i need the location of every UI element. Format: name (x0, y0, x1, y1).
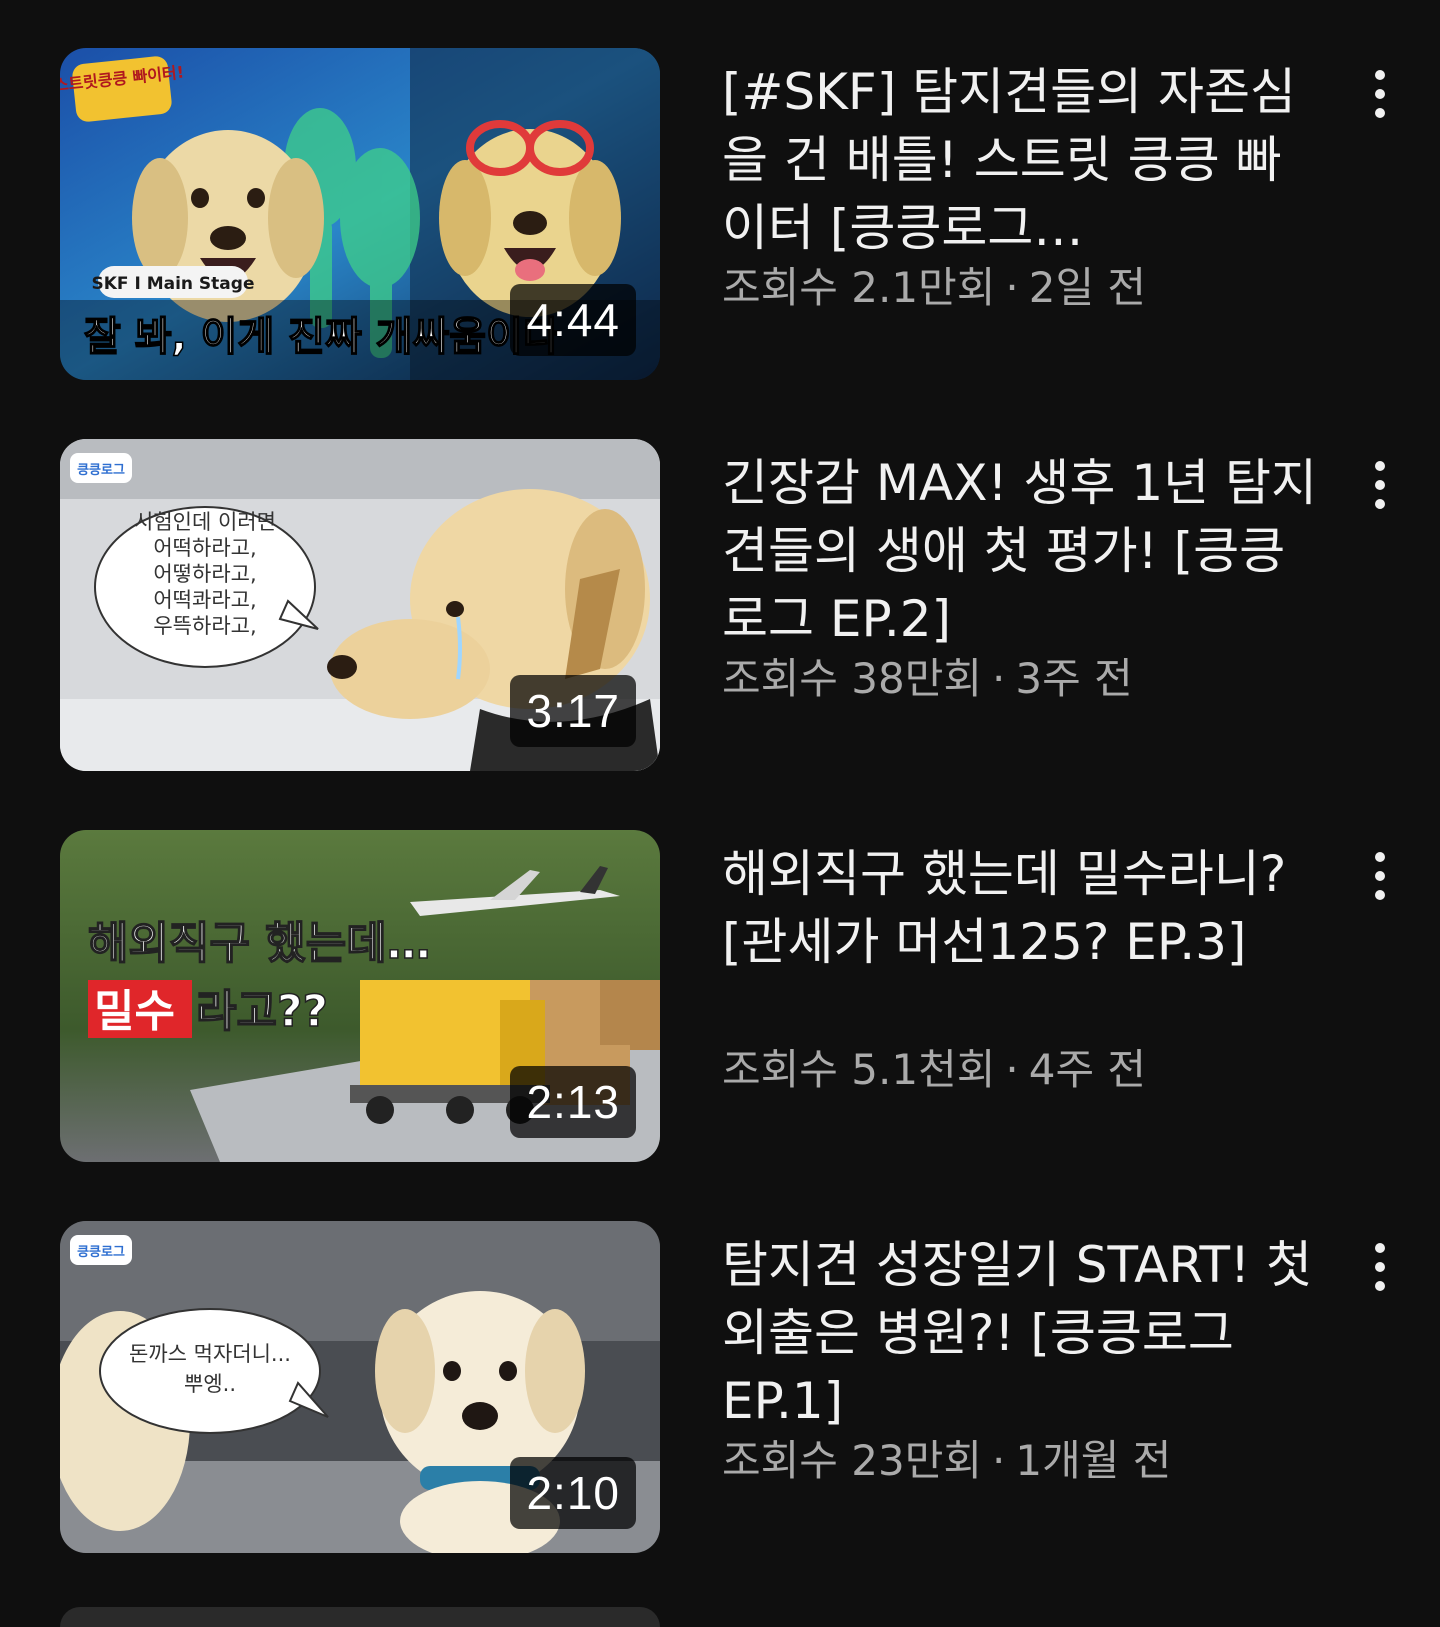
svg-text:SKF I Main Stage: SKF I Main Stage (92, 274, 255, 294)
view-count: 조회수 2.1만회 (722, 263, 996, 312)
view-count: 조회수 23만회 (722, 1436, 982, 1485)
video-title[interactable]: 탐지견 성장일기 START! 첫 외출은 병원?! [킁킁로그 EP.1] (722, 1231, 1322, 1435)
video-duration: 3:17 (510, 675, 636, 747)
svg-text:잘 봐, 이게 진짜 개싸움이다: 잘 봐, 이게 진짜 개싸움이다 (84, 314, 560, 360)
more-options-button[interactable] (1356, 1229, 1404, 1305)
view-count: 조회수 5.1천회 (722, 1045, 996, 1094)
more-vertical-icon (1375, 852, 1385, 862)
svg-text:어떡하라고,: 어떡하라고, (153, 536, 256, 560)
video-item[interactable]: 스트릿킁킁 빠이터! SKF I Main Stage 잘 봐, 이게 진짜 개… (0, 48, 1440, 380)
upload-age: 3주 전 (1015, 654, 1133, 703)
video-meta: 조회수 23만회 · 1개월 전 (722, 1433, 1171, 1489)
video-title[interactable]: 해외직구 했는데 밀수라니? [관세가 머선125? EP.3] (722, 840, 1322, 976)
svg-text:킁킁로그: 킁킁로그 (77, 1245, 125, 1260)
svg-text:킁킁로그: 킁킁로그 (77, 463, 125, 478)
show-logo: 킁킁로그 (70, 453, 132, 483)
video-duration: 2:13 (510, 1066, 636, 1138)
show-logo: 킁킁로그 (70, 1235, 132, 1265)
svg-text:우뜩하라고,: 우뜩하라고, (153, 614, 256, 638)
upload-age: 1개월 전 (1015, 1436, 1172, 1485)
more-vertical-icon (1375, 70, 1385, 80)
video-thumbnail[interactable]: 해외직구 했는데… 밀수 라고?? 2:13 (60, 830, 660, 1162)
video-meta: 조회수 38만회 · 3주 전 (722, 651, 1133, 707)
more-options-button[interactable] (1356, 447, 1404, 523)
upload-age: 2일 전 (1028, 263, 1147, 312)
upload-age: 4주 전 (1028, 1045, 1147, 1094)
more-options-button[interactable] (1356, 56, 1404, 132)
more-vertical-icon (1375, 499, 1385, 509)
svg-text:밀수: 밀수 (94, 986, 175, 1037)
meta-separator: · (992, 1436, 1006, 1485)
video-item[interactable]: 돈까스 먹자더니... 뿌엥.. 킁킁로그 2:10 탐지견 성장일기 STAR… (0, 1221, 1440, 1553)
view-count: 조회수 38만회 (722, 654, 982, 703)
video-title[interactable]: [#SKF] 탐지견들의 자존심을 건 배틀! 스트릿 킁킁 빠이터 [킁킁로그… (722, 58, 1322, 262)
svg-text:뿌엥..: 뿌엥.. (184, 1372, 236, 1396)
more-vertical-icon (1375, 1243, 1385, 1253)
svg-text:시험인데 이러면: 시험인데 이러면 (134, 510, 276, 534)
more-vertical-icon (1375, 108, 1385, 118)
svg-text:어떻하라고,: 어떻하라고, (153, 562, 256, 586)
video-feed: 스트릿킁킁 빠이터! SKF I Main Stage 잘 봐, 이게 진짜 개… (0, 0, 1440, 1627)
more-options-button[interactable] (1356, 838, 1404, 914)
more-vertical-icon (1375, 1281, 1385, 1291)
svg-text:돈까스 먹자더니...: 돈까스 먹자더니... (129, 1342, 291, 1366)
video-duration: 2:10 (510, 1457, 636, 1529)
video-duration: 4:44 (510, 284, 636, 356)
video-thumbnail[interactable]: 시험인데 이러면 어떡하라고, 어떻하라고, 어떡콰라고, 우뜩하라고, 킁킁로… (60, 439, 660, 771)
more-vertical-icon (1375, 1262, 1385, 1272)
svg-text:해외직구 했는데…: 해외직구 했는데… (88, 918, 431, 969)
video-thumbnail[interactable]: 돈까스 먹자더니... 뿌엥.. 킁킁로그 2:10 (60, 1221, 660, 1553)
video-meta: 조회수 2.1만회 · 2일 전 (722, 260, 1146, 316)
meta-separator: · (992, 654, 1006, 703)
video-item[interactable]: 시험인데 이러면 어떡하라고, 어떻하라고, 어떡콰라고, 우뜩하라고, 킁킁로… (0, 439, 1440, 771)
svg-text:어떡콰라고,: 어떡콰라고, (153, 588, 256, 612)
video-title[interactable]: 긴장감 MAX! 생후 1년 탐지견들의 생애 첫 평가! [킁킁로그 EP.2… (722, 449, 1322, 653)
svg-text:라고??: 라고?? (196, 986, 328, 1037)
video-thumbnail[interactable]: 스트릿킁킁 빠이터! SKF I Main Stage 잘 봐, 이게 진짜 개… (60, 48, 660, 380)
next-video-thumbnail-peek[interactable] (60, 1607, 660, 1627)
speech-bubble: 시험인데 이러면 어떡하라고, 어떻하라고, 어떡콰라고, 우뜩하라고, (94, 506, 319, 668)
meta-separator: · (1005, 1045, 1019, 1094)
meta-separator: · (1005, 263, 1019, 312)
more-vertical-icon (1375, 480, 1385, 490)
more-vertical-icon (1375, 871, 1385, 881)
video-item[interactable]: 해외직구 했는데… 밀수 라고?? 2:13 해외직구 했는데 밀수라니? [관… (0, 830, 1440, 1162)
more-vertical-icon (1375, 89, 1385, 99)
more-vertical-icon (1375, 461, 1385, 471)
more-vertical-icon (1375, 890, 1385, 900)
video-meta: 조회수 5.1천회 · 4주 전 (722, 1042, 1146, 1098)
